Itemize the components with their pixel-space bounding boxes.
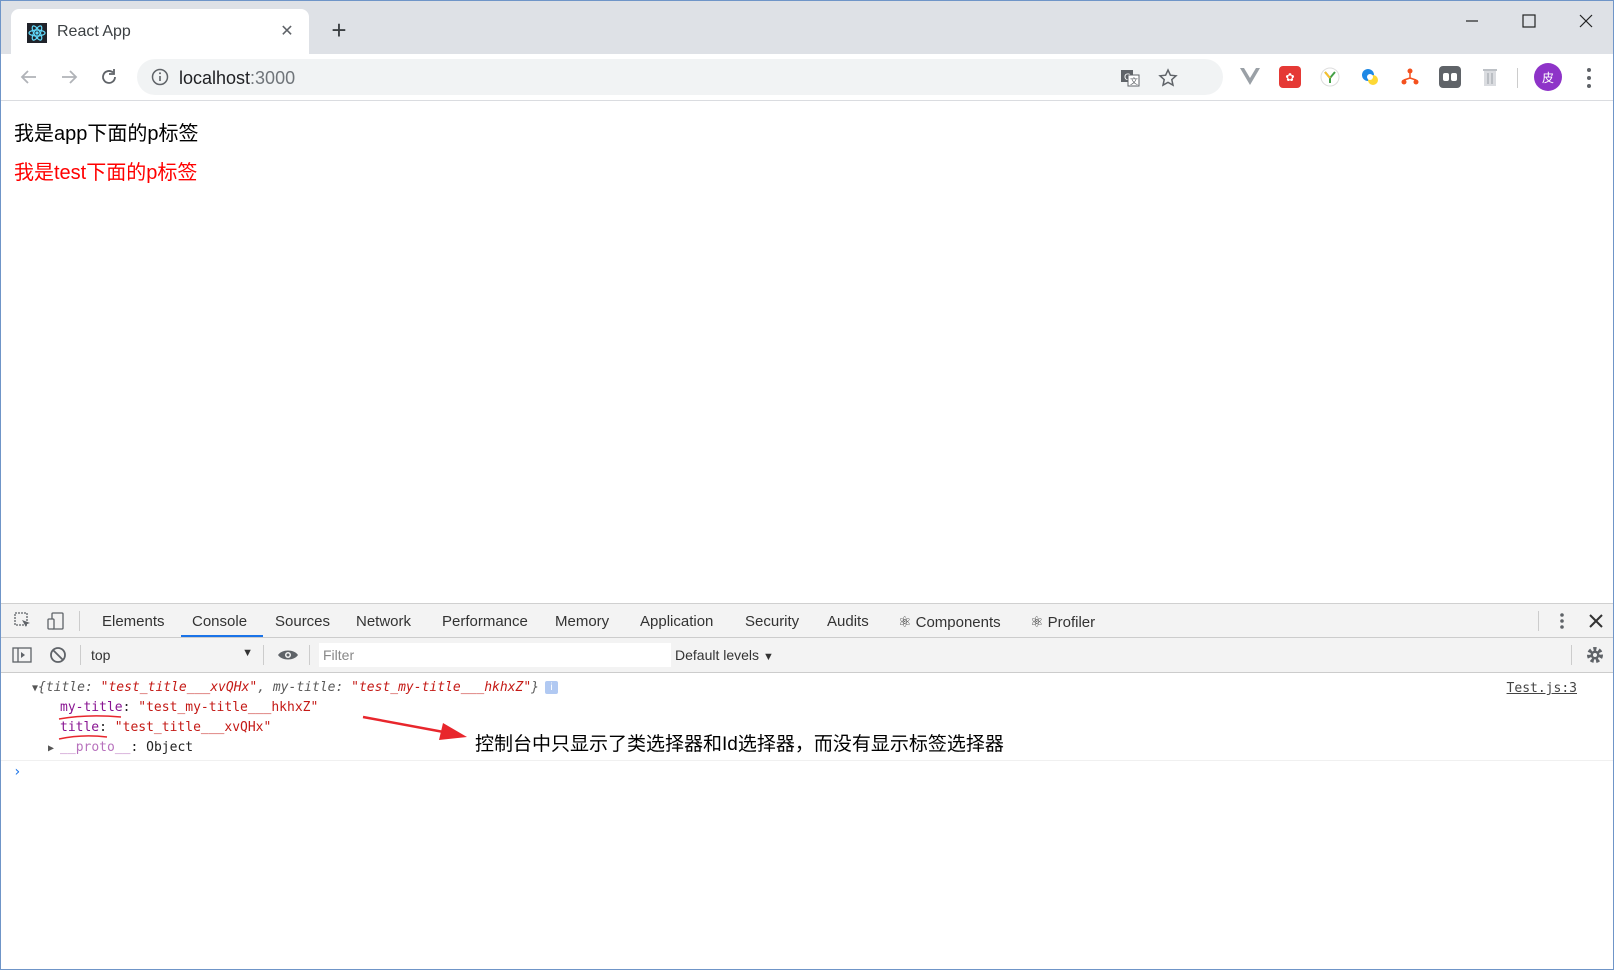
maximize-icon[interactable] — [1506, 9, 1552, 33]
tab-security[interactable]: Security — [745, 613, 799, 630]
annotation-arrow-icon — [362, 715, 467, 740]
extension-red-icon[interactable]: ✿ — [1279, 66, 1301, 88]
source-link[interactable]: Test.js:3 — [1507, 681, 1577, 696]
minimize-icon[interactable] — [1449, 9, 1495, 33]
extension-trash-icon[interactable] — [1479, 66, 1501, 88]
extension-blue-icon[interactable] — [1359, 66, 1381, 88]
tab-memory[interactable]: Memory — [555, 613, 609, 630]
console-sidebar-icon[interactable] — [11, 644, 33, 666]
browser-toolbar: localhost:3000 G文 ✿ 皮 — [1, 54, 1613, 101]
extension-panel-icon[interactable] — [1439, 66, 1461, 88]
filter-separator — [309, 645, 310, 665]
tab-profiler[interactable]: ⚛ Profiler — [1030, 613, 1095, 631]
tab-components[interactable]: ⚛ Components — [898, 613, 1001, 631]
info-badge-icon[interactable]: i — [544, 681, 558, 694]
red-underline-mark — [58, 715, 122, 720]
tab-network[interactable]: Network — [356, 613, 411, 630]
expand-triangle-icon[interactable]: ▶ — [48, 743, 60, 754]
tab-react-app[interactable]: React App ✕ — [11, 9, 309, 54]
prop-value: "test_my-title___hkhxZ" — [138, 700, 319, 715]
forward-arrow-icon[interactable] — [55, 63, 83, 91]
chevron-down-icon: ▼ — [762, 651, 774, 663]
toolbar-separator — [1517, 68, 1518, 88]
page-viewport: 我是app下面的p标签 我是test下面的p标签 — [1, 101, 1613, 603]
console-output: ▼{title: "test_title___xvQHx", my-title:… — [1, 673, 1613, 969]
annotation-text: 控制台中只显示了类选择器和Id选择器，而没有显示标签选择器 — [475, 734, 1004, 755]
device-toolbar-icon[interactable] — [45, 610, 67, 632]
devtools-tab-bar: Elements Console Sources Network Perform… — [1, 604, 1613, 638]
bookmark-star-icon[interactable] — [1157, 67, 1179, 89]
reload-icon[interactable] — [95, 63, 123, 91]
app-paragraph: 我是app下面的p标签 — [14, 123, 199, 145]
tab-audits[interactable]: Audits — [827, 613, 869, 630]
close-window-icon[interactable] — [1563, 9, 1609, 33]
devtools-separator — [79, 611, 80, 631]
url-host: localhost — [179, 68, 251, 88]
log-summary[interactable]: ▼{title: "test_title___xvQHx", my-title:… — [32, 680, 558, 695]
chevron-down-icon: ▼ — [242, 647, 253, 659]
summary-brace-open: { — [38, 680, 46, 695]
filter-separator — [80, 645, 81, 665]
tab-close-icon[interactable]: ✕ — [277, 21, 297, 41]
vue-devtools-icon[interactable] — [1239, 66, 1261, 88]
summary-value-my-title: "test_my-title___hkhxZ" — [351, 680, 532, 695]
active-tab-indicator — [181, 635, 263, 637]
react-icon — [27, 23, 47, 43]
tab-elements[interactable]: Elements — [102, 613, 165, 630]
summary-value-title: "test_title___xvQHx" — [100, 680, 258, 695]
clear-console-icon[interactable] — [47, 644, 69, 666]
extension-network-icon[interactable] — [1399, 66, 1421, 88]
log-divider — [1, 760, 1613, 761]
browser-window: React App ✕ + localhost:3000 G文 ✿ 皮 我是ap… — [0, 0, 1614, 970]
summary-brace-close: } — [531, 680, 539, 695]
tab-strip: React App ✕ + — [1, 1, 1613, 54]
devtools-panel: Elements Console Sources Network Perform… — [1, 603, 1613, 969]
profile-avatar[interactable]: 皮 — [1534, 63, 1562, 91]
devtools-separator — [1538, 611, 1539, 631]
devtools-menu-icon[interactable] — [1551, 610, 1573, 632]
summary-key-my-title: my-title — [272, 680, 336, 695]
console-settings-gear-icon[interactable] — [1584, 644, 1606, 666]
test-paragraph: 我是test下面的p标签 — [14, 162, 198, 184]
back-arrow-icon[interactable] — [15, 63, 43, 91]
console-filter-input[interactable] — [319, 643, 671, 667]
tab-console[interactable]: Console — [192, 613, 247, 630]
url-port: :3000 — [250, 68, 296, 88]
new-tab-plus-icon[interactable]: + — [327, 17, 351, 43]
address-bar[interactable]: localhost:3000 G文 — [137, 59, 1223, 95]
url-text: localhost:3000 — [179, 68, 295, 89]
prop-value: Object — [146, 740, 194, 755]
console-filter-bar: top ▼ Default levels ▼ — [1, 638, 1613, 673]
tab-title: React App — [57, 23, 131, 40]
inspect-element-icon[interactable] — [12, 610, 34, 632]
prop-value: "test_title___xvQHx" — [114, 720, 272, 735]
svg-text:文: 文 — [1130, 76, 1138, 86]
red-underline-mark — [58, 735, 108, 740]
execution-context-select[interactable]: top ▼ — [85, 643, 257, 667]
devtools-close-icon[interactable] — [1585, 610, 1607, 632]
tab-sources[interactable]: Sources — [275, 613, 330, 630]
levels-label: Default levels — [675, 647, 760, 663]
site-info-icon[interactable] — [151, 68, 169, 86]
context-label: top — [91, 647, 111, 663]
extension-y-icon[interactable] — [1319, 66, 1341, 88]
live-expression-eye-icon[interactable] — [277, 644, 299, 666]
summary-key-title: title — [45, 680, 85, 695]
tab-application[interactable]: Application — [640, 613, 713, 630]
filter-separator — [263, 645, 264, 665]
filter-separator — [1571, 645, 1572, 665]
console-prompt-chevron-icon[interactable]: › — [13, 764, 21, 780]
tab-performance[interactable]: Performance — [442, 613, 528, 630]
browser-menu-icon[interactable] — [1579, 66, 1599, 90]
translate-icon[interactable]: G文 — [1119, 67, 1141, 89]
log-levels-dropdown[interactable]: Default levels ▼ — [675, 647, 774, 663]
